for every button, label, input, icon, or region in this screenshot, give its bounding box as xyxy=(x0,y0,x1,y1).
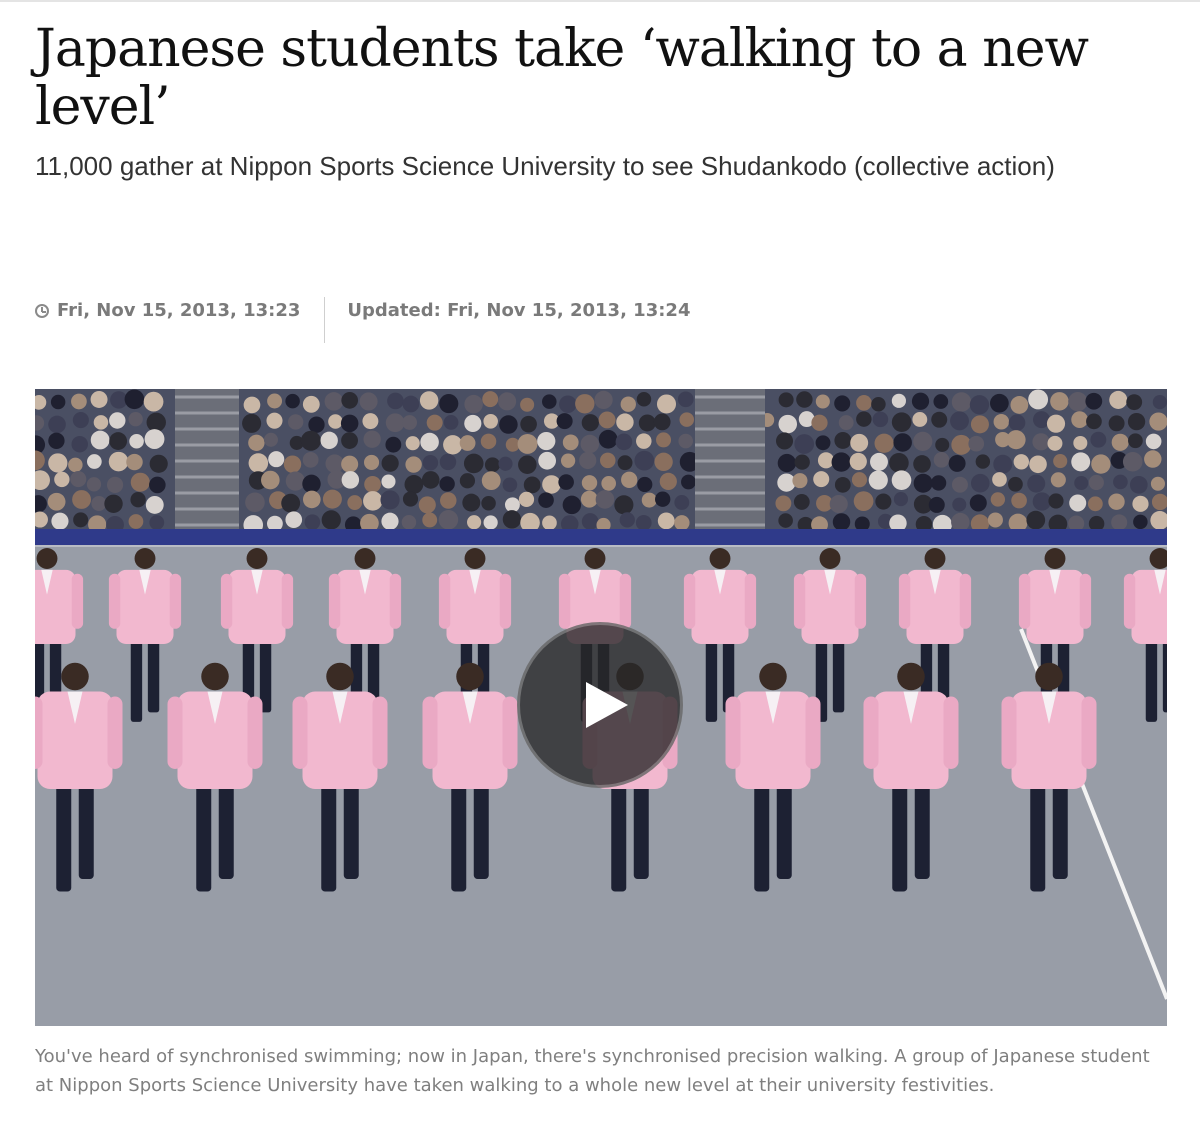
article: Japanese students take ‘walking to a new… xyxy=(35,19,1167,1096)
play-icon xyxy=(586,682,628,728)
video-caption: You've heard of synchronised swimming; n… xyxy=(35,1046,1150,1096)
clock-icon xyxy=(35,304,49,318)
standfirst: 11,000 gather at Nippon Sports Science U… xyxy=(35,151,1055,181)
byline: Fri, Nov 15, 2013, 13:23 Updated: Fri, N… xyxy=(35,297,691,346)
byline-divider xyxy=(324,297,326,343)
published-date: Fri, Nov 15, 2013, 13:23 xyxy=(57,300,301,321)
video-player[interactable] xyxy=(35,389,1167,1026)
play-button[interactable] xyxy=(517,622,683,788)
updated-date: Updated: Fri, Nov 15, 2013, 13:24 xyxy=(347,300,691,321)
top-divider xyxy=(0,0,1200,2)
headline: Japanese students take ‘walking to a new… xyxy=(35,19,1089,137)
arena-wall xyxy=(35,529,1167,547)
